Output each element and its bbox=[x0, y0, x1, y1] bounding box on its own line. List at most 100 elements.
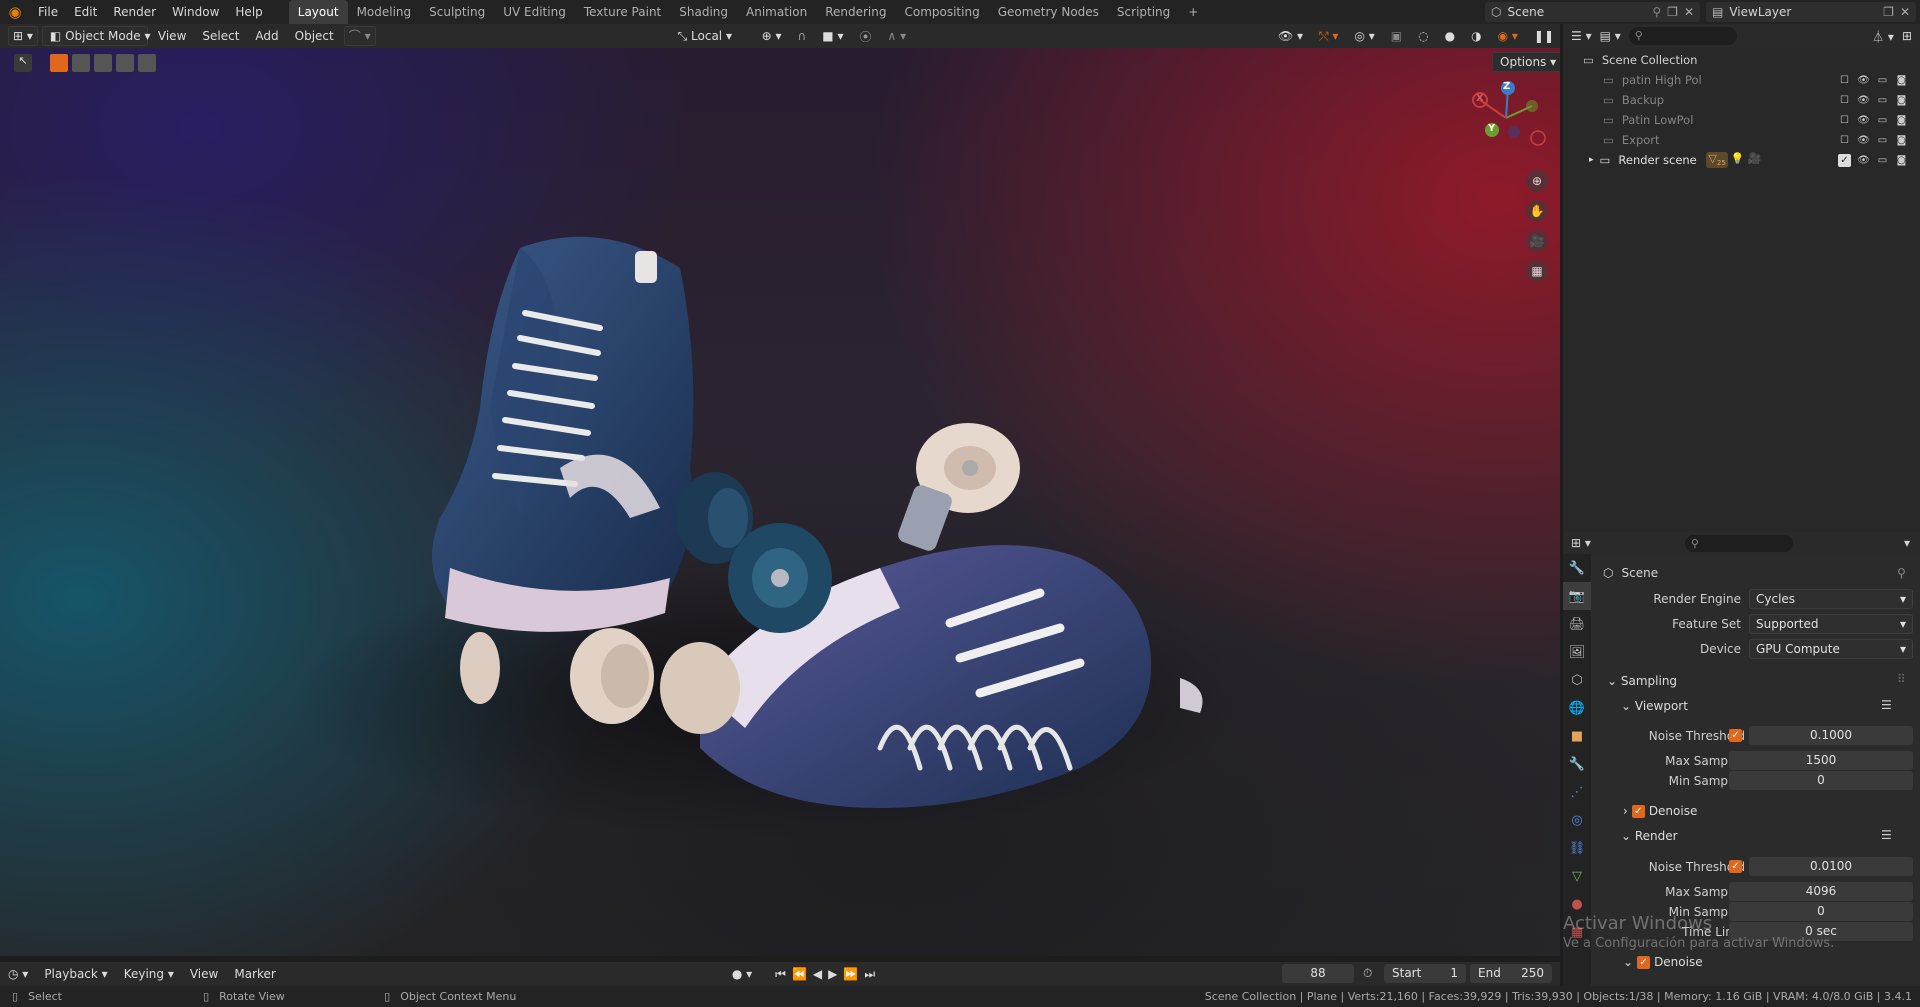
monitor-icon[interactable]: ▭ bbox=[1876, 134, 1889, 147]
camera-icon[interactable]: ◙ bbox=[1895, 74, 1908, 87]
record-keyframe-icon[interactable]: ● ▾ bbox=[724, 967, 760, 981]
menu-window[interactable]: Window bbox=[164, 0, 227, 24]
solid-shading-icon[interactable]: ● bbox=[1439, 29, 1461, 43]
camera-icon[interactable]: ◙ bbox=[1895, 154, 1908, 167]
presets-list-icon[interactable]: ☰ bbox=[1881, 828, 1892, 842]
current-frame-field[interactable]: 88 bbox=[1282, 964, 1354, 983]
orientation-dropdown[interactable]: ⤡ Local ▾ bbox=[672, 29, 752, 44]
exclude-checkbox-icon[interactable]: ☐ bbox=[1838, 94, 1851, 107]
outliner-item[interactable]: ▭ Export ☐ 👁 ▭ ◙ bbox=[1563, 130, 1920, 150]
view-layer-tab-icon[interactable]: 🖼 bbox=[1563, 638, 1591, 666]
constraints-tab-icon[interactable]: ⛓ bbox=[1563, 834, 1591, 862]
monitor-icon[interactable]: ▭ bbox=[1876, 114, 1889, 127]
exclude-checkbox-icon[interactable]: ☐ bbox=[1838, 134, 1851, 147]
keying-menu[interactable]: Keying ▾ bbox=[116, 967, 182, 981]
expand-arrow-icon[interactable]: ▸ bbox=[1589, 155, 1594, 165]
vp-noise-threshold-field[interactable]: 0.1000 bbox=[1749, 726, 1913, 745]
tab-rendering[interactable]: Rendering bbox=[816, 0, 895, 24]
r-noise-threshold-checkbox[interactable]: ✓ bbox=[1729, 860, 1742, 873]
vp-noise-threshold-checkbox[interactable]: ✓ bbox=[1729, 729, 1742, 742]
menu-file[interactable]: File bbox=[30, 0, 66, 24]
presets-list-icon[interactable]: ☰ bbox=[1881, 698, 1892, 712]
r-denoise-subpanel[interactable]: ⌄ ✓ Denoise bbox=[1623, 955, 1703, 969]
delete-scene-icon[interactable]: ✕ bbox=[1684, 5, 1694, 19]
eye-icon[interactable]: 👁 bbox=[1857, 134, 1870, 147]
tab-uv-editing[interactable]: UV Editing bbox=[494, 0, 575, 24]
render-subpanel-header[interactable]: ⌄ Render bbox=[1621, 829, 1678, 843]
exclude-checkbox-icon[interactable]: ☐ bbox=[1838, 114, 1851, 127]
end-frame-field[interactable]: End 250 bbox=[1470, 964, 1552, 983]
tool-tab-icon[interactable]: 🔧 bbox=[1563, 554, 1591, 582]
jump-start-icon[interactable]: ⏮ bbox=[772, 967, 789, 982]
feature-set-dropdown[interactable]: Supported ▾ bbox=[1749, 614, 1913, 634]
r-denoise-checkbox[interactable]: ✓ bbox=[1637, 955, 1651, 969]
properties-editor-type-icon[interactable]: ⊞ ▾ bbox=[1571, 536, 1591, 550]
viewport-subpanel-header[interactable]: ⌄ Viewport bbox=[1621, 699, 1688, 713]
panel-drag-icon[interactable]: ⠿ bbox=[1897, 672, 1906, 686]
scene-tab-icon[interactable]: ⬡ bbox=[1563, 666, 1591, 694]
vp-denoise-subpanel[interactable]: › ✓ Denoise bbox=[1623, 804, 1697, 818]
vp-min-samples-field[interactable]: 0 bbox=[1729, 771, 1913, 790]
tab-sculpting[interactable]: Sculpting bbox=[420, 0, 494, 24]
display-mode-icon[interactable]: ▤ ▾ bbox=[1600, 29, 1621, 43]
tab-modeling[interactable]: Modeling bbox=[348, 0, 421, 24]
render-tab-icon[interactable]: 📷 bbox=[1563, 582, 1591, 610]
new-collection-icon[interactable]: ⊞ bbox=[1902, 29, 1912, 43]
playback-menu[interactable]: Playback ▾ bbox=[36, 967, 115, 981]
tab-geometry-nodes[interactable]: Geometry Nodes bbox=[989, 0, 1108, 24]
outliner-editor-type-icon[interactable]: ☰ ▾ bbox=[1571, 29, 1592, 43]
render-engine-dropdown[interactable]: Cycles ▾ bbox=[1749, 589, 1913, 609]
next-keyframe-icon[interactable]: ⏩ bbox=[840, 967, 861, 981]
perspective-grid-icon[interactable]: ▦ bbox=[1526, 260, 1548, 282]
tab-texture-paint[interactable]: Texture Paint bbox=[575, 0, 670, 24]
include-checkbox-icon[interactable]: ✓ bbox=[1838, 153, 1851, 167]
marker-menu[interactable]: Marker bbox=[226, 967, 283, 981]
material-shading-icon[interactable]: ◑ bbox=[1465, 29, 1487, 43]
visibility-icon[interactable]: 👁 ▾ bbox=[1272, 29, 1309, 43]
object-tab-icon[interactable]: ■ bbox=[1563, 722, 1591, 750]
prev-keyframe-icon[interactable]: ⏪ bbox=[789, 967, 810, 981]
pause-render-icon[interactable]: ❚❚ bbox=[1528, 29, 1560, 43]
physics-tab-icon[interactable]: ◎ bbox=[1563, 806, 1591, 834]
monitor-icon[interactable]: ▭ bbox=[1876, 74, 1889, 87]
eye-icon[interactable]: 👁 bbox=[1857, 114, 1870, 127]
snap-target-icon[interactable]: ■ ▾ bbox=[816, 29, 849, 43]
r-min-samples-field[interactable]: 0 bbox=[1729, 902, 1913, 921]
outliner-item[interactable]: ▸ ▭ Render scene ▽25 💡 🎥 ✓ 👁 ▭ ◙ bbox=[1563, 150, 1920, 170]
vp-denoise-checkbox[interactable]: ✓ bbox=[1631, 804, 1645, 818]
filter-icon[interactable]: ⏃ ▾ bbox=[1872, 28, 1894, 45]
r-max-samples-field[interactable]: 4096 bbox=[1729, 882, 1913, 901]
rendered-shading-icon[interactable]: ◉ ▾ bbox=[1492, 29, 1524, 43]
camera-icon[interactable]: ◙ bbox=[1895, 94, 1908, 107]
snap-icon[interactable]: ∩ bbox=[792, 29, 813, 43]
blender-logo-icon[interactable]: ◉ bbox=[0, 0, 30, 24]
navigation-gizmo[interactable]: Z X Y bbox=[1468, 76, 1550, 158]
properties-search-field[interactable]: ⚲ bbox=[1684, 534, 1793, 552]
preview-range-icon[interactable]: ⏱ bbox=[1363, 966, 1372, 981]
timeline-editor-type-icon[interactable]: ◷ ▾ bbox=[0, 967, 36, 981]
menu-add[interactable]: Add bbox=[249, 29, 284, 43]
output-tab-icon[interactable]: 🖨 bbox=[1563, 610, 1591, 638]
view-layer-selector[interactable]: ▤ ViewLayer ❐ ✕ bbox=[1706, 2, 1916, 22]
data-tab-icon[interactable]: ▽ bbox=[1563, 862, 1591, 890]
device-dropdown[interactable]: GPU Compute ▾ bbox=[1749, 639, 1913, 659]
3d-viewport[interactable]: ↖ Options ▾ Z X Y ⊕ ✋ 🎥 ▦ bbox=[0, 48, 1560, 956]
modifier-tab-icon[interactable]: 🔧 bbox=[1563, 750, 1591, 778]
sampling-panel-header[interactable]: ⌄ Sampling bbox=[1607, 674, 1677, 688]
zoom-icon[interactable]: ⊕ bbox=[1526, 170, 1548, 192]
monitor-icon[interactable]: ▭ bbox=[1876, 154, 1889, 167]
delete-layer-icon[interactable]: ✕ bbox=[1900, 5, 1910, 19]
play-icon[interactable]: ▶ bbox=[825, 967, 840, 981]
start-frame-field[interactable]: Start 1 bbox=[1384, 964, 1466, 983]
wireframe-shading-icon[interactable]: ◌ bbox=[1412, 29, 1434, 43]
add-workspace-button[interactable]: + bbox=[1179, 0, 1207, 24]
camera-icon[interactable]: ◙ bbox=[1895, 114, 1908, 127]
copy-scene-icon[interactable]: ❐ bbox=[1667, 5, 1678, 19]
pin-icon[interactable]: ⚲ bbox=[1652, 5, 1661, 19]
pan-hand-icon[interactable]: ✋ bbox=[1526, 200, 1548, 222]
copy-layer-icon[interactable]: ❐ bbox=[1883, 5, 1894, 19]
tab-scripting[interactable]: Scripting bbox=[1108, 0, 1179, 24]
mode-dropdown[interactable]: ◧ Object Mode ▾ bbox=[41, 26, 151, 46]
overlays-icon[interactable]: ◎ ▾ bbox=[1348, 29, 1380, 43]
menu-edit[interactable]: Edit bbox=[66, 0, 105, 24]
